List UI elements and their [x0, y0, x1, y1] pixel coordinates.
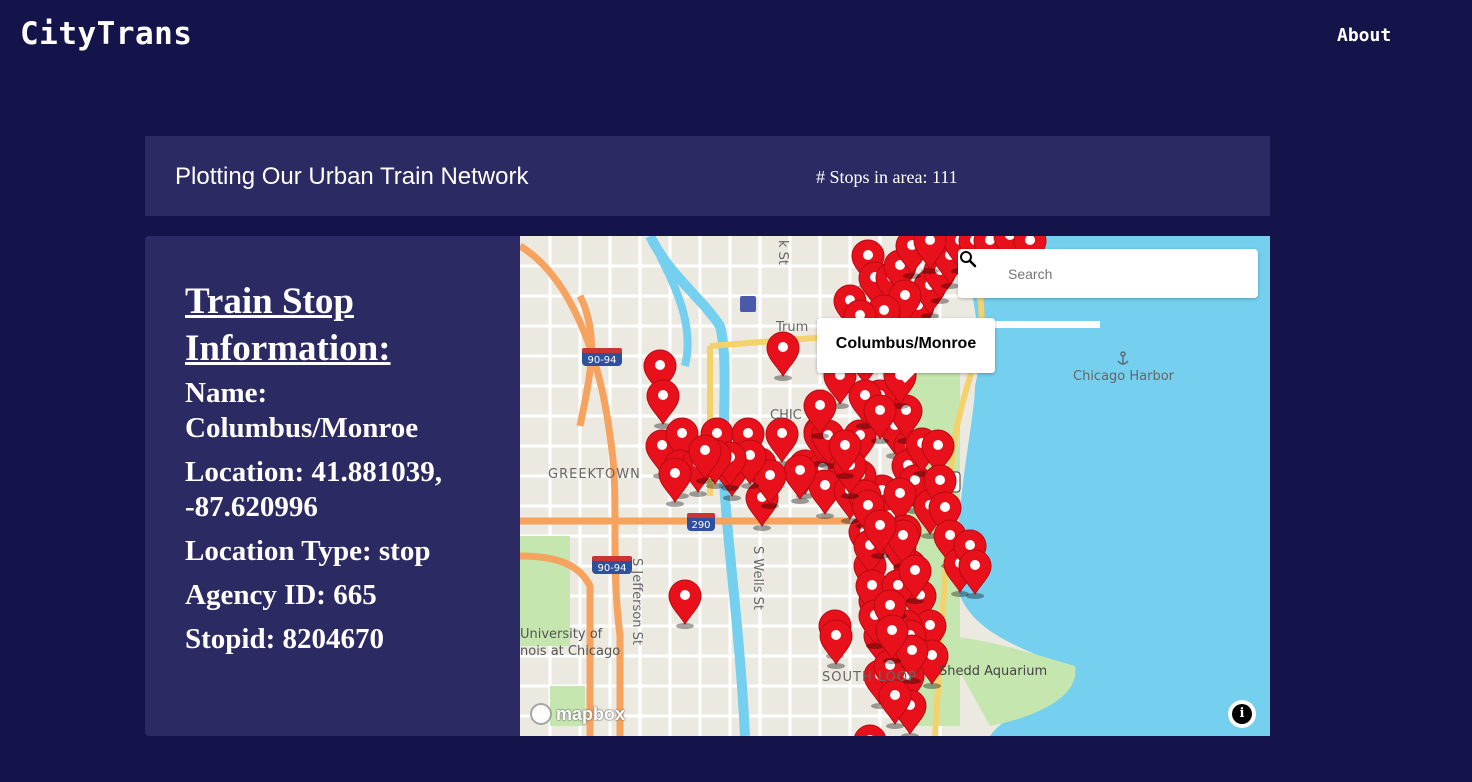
stop-info-panel: Train Stop Information: Name: Columbus/M… — [145, 236, 520, 736]
stop-info-heading: Train Stop Information: — [185, 281, 391, 369]
map-label-south-loop: SOUTH LOOP — [822, 670, 917, 685]
svg-text:90-94: 90-94 — [587, 355, 616, 366]
brand-logo[interactable]: CityTrans — [20, 16, 192, 52]
stops-count: # Stops in area: 111 — [816, 167, 958, 187]
header-card: Plotting Our Urban Train Network # Stops… — [145, 136, 1270, 216]
map-label-shedd-aquarium: Shedd Aquarium — [939, 664, 1048, 679]
stop-popup: Columbus/Monroe — [817, 318, 995, 383]
map-label-greektown: GREEKTOWN — [548, 467, 641, 482]
search-icon — [960, 251, 977, 268]
page-title: Plotting Our Urban Train Network — [175, 163, 529, 190]
mapbox-logo[interactable]: mapbox — [530, 702, 625, 726]
map-label-jefferson: S Jefferson St — [629, 558, 644, 645]
mapbox-mark-icon — [530, 703, 552, 725]
svg-text:90-94: 90-94 — [597, 563, 626, 574]
stop-agency-id: Agency ID: 665 — [185, 579, 377, 611]
train-station-icon — [740, 296, 756, 312]
stop-id: Stopid: 8204670 — [185, 623, 385, 655]
map-label-trum: Trum — [776, 320, 809, 335]
map-search-box[interactable] — [958, 249, 1258, 298]
stop-location-type: Location Type: stop — [185, 535, 431, 567]
mapbox-logo-text: mapbox — [556, 703, 626, 724]
map-canvas[interactable]: 90-94 290 90-94 41 Chicago Harbor GREEKT… — [520, 236, 1270, 736]
nav-about-link[interactable]: About — [1337, 25, 1391, 46]
info-icon: i — [1232, 704, 1252, 724]
stop-location: Location: 41.881039, -87.620996 — [185, 456, 442, 523]
map-base: 90-94 290 90-94 41 — [520, 236, 1270, 736]
stop-name: Name: Columbus/Monroe — [185, 377, 419, 444]
svg-text:290: 290 — [691, 520, 710, 531]
map-label-uic: University of nois at Chicago — [520, 627, 621, 659]
stop-popup-text: Columbus/Monroe — [835, 335, 977, 352]
map-label-wells: S Wells St — [750, 546, 765, 610]
map-search-input[interactable] — [1006, 259, 1250, 289]
map-label-chic: CHIC — [770, 408, 802, 423]
map-label-street-top: k St — [775, 240, 790, 266]
attribution-info-button[interactable]: i — [1228, 700, 1256, 728]
map-label-chicago-harbor: Chicago Harbor — [1073, 369, 1175, 384]
